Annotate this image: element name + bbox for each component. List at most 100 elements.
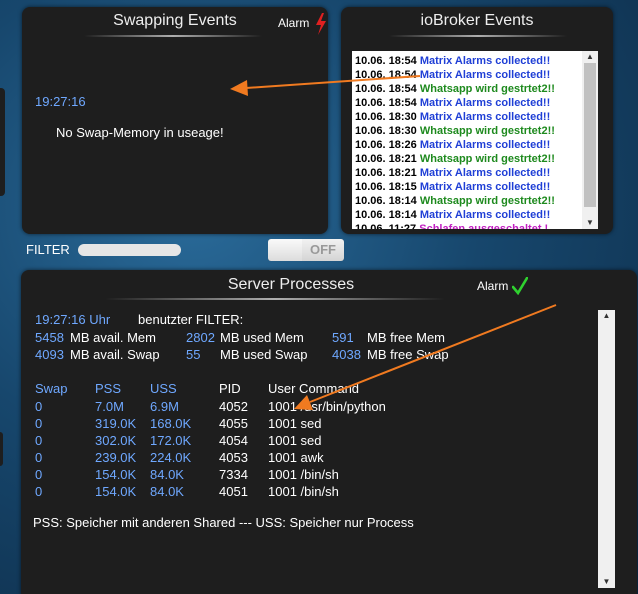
cell-swap: 0: [35, 484, 43, 499]
cell-user-command: 1001 sed: [268, 416, 322, 431]
table-row: 0 319.0K 168.0K 4055 1001 sed: [21, 416, 581, 433]
event-row: 10.06. 18:14 Matrix Alarms collected!!: [352, 208, 598, 222]
cell-swap: 0: [35, 467, 43, 482]
event-row: 10.06. 18:21 Whatsapp wird gestrtet2!!: [352, 152, 598, 166]
events-list[interactable]: 10.06. 18:54 Matrix Alarms collected!! 10…: [352, 51, 598, 229]
toggle-knob[interactable]: [268, 239, 302, 261]
col-pid-header: PID: [219, 381, 241, 396]
event-text: Matrix Alarms collected!!: [419, 69, 551, 81]
event-date: 10.06. 18:54: [355, 97, 417, 109]
iobroker-events-title: ioBroker Events: [420, 12, 534, 29]
title-underline: [84, 35, 262, 37]
cell-pss: 239.0K: [95, 450, 137, 465]
event-row: 10.06. 18:15 Matrix Alarms collected!!: [352, 180, 598, 194]
alarm-label: Alarm: [477, 279, 509, 293]
event-date: 10.06. 18:15: [355, 181, 417, 193]
swapping-events-panel: Swapping Events Alarm 19:27:16 No Swap-M…: [22, 7, 328, 234]
cell-user-command: 1001 sed: [268, 433, 322, 448]
used-swap-label: MB used Swap: [220, 347, 308, 362]
swap-time: 19:27:16: [35, 94, 86, 109]
cell-pss: 154.0K: [95, 484, 137, 499]
cell-user-command: 1001 /bin/sh: [268, 484, 339, 499]
event-row: 10.06. 18:30 Whatsapp wird gestrtet2!!: [352, 124, 598, 138]
cell-user-command: 1001 /usr/bin/python: [268, 399, 386, 414]
title-underline: [105, 298, 445, 300]
event-row: 10.06. 18:26 Matrix Alarms collected!!: [352, 138, 598, 152]
free-mem-value: 591: [332, 330, 354, 345]
checkmark-icon: [512, 277, 528, 295]
cell-swap: 0: [35, 416, 43, 431]
event-date: 10.06. 18:26: [355, 139, 417, 151]
cell-user-command: 1001 awk: [268, 450, 324, 465]
table-row: 0 7.0M 6.9M 4052 1001 /usr/bin/python: [21, 399, 581, 416]
col-user-command-header: User Command: [268, 381, 360, 396]
left-edge-widget-lower: [0, 432, 3, 466]
filter-input[interactable]: [78, 244, 181, 256]
legend-footer: PSS: Speicher mit anderen Shared --- USS…: [33, 515, 414, 530]
table-row: 0 239.0K 224.0K 4053 1001 awk: [21, 450, 581, 467]
cell-uss: 224.0K: [150, 450, 192, 465]
scroll-thumb[interactable]: [584, 63, 596, 207]
avail-swap-label: MB avail. Swap: [70, 347, 160, 362]
filter-toggle[interactable]: OFF: [268, 239, 344, 261]
filter-label: FILTER: [26, 242, 70, 257]
proc-time: 19:27:16 Uhr: [35, 312, 111, 327]
lightning-icon: [316, 13, 326, 35]
event-date: 10.06. 11:27: [355, 223, 417, 229]
event-text: Whatsapp wird gestrtet2!!: [419, 83, 555, 95]
event-text: Matrix Alarms collected!!: [419, 167, 551, 179]
event-text: Matrix Alarms collected!!: [419, 181, 551, 193]
cell-pss: 302.0K: [95, 433, 137, 448]
used-mem-value: 2802: [186, 330, 215, 345]
title-underline: [389, 35, 567, 37]
event-row: 10.06. 18:54 Matrix Alarms collected!!: [352, 54, 598, 68]
cell-uss: 84.0K: [150, 484, 184, 499]
avail-mem-label: MB avail. Mem: [70, 330, 156, 345]
event-text: Matrix Alarms collected!!: [419, 97, 551, 109]
left-edge-widget: [0, 88, 5, 196]
event-text: Matrix Alarms collected!!: [419, 139, 551, 151]
event-date: 10.06. 18:54: [355, 83, 417, 95]
event-date: 10.06. 18:54: [355, 69, 417, 81]
event-row: 10.06. 18:54 Matrix Alarms collected!!: [352, 68, 598, 82]
event-date: 10.06. 18:54: [355, 55, 417, 67]
event-text: Whatsapp wird gestrtet2!!: [419, 153, 555, 165]
cell-uss: 172.0K: [150, 433, 192, 448]
event-text: Matrix Alarms collected!!: [419, 209, 551, 221]
used-swap-value: 55: [186, 347, 201, 362]
event-date: 10.06. 18:21: [355, 167, 417, 179]
server-processes-panel: Server Processes Alarm 19:27:16 Uhr benu…: [21, 270, 637, 594]
user-filter-label: benutzter FILTER:: [138, 312, 244, 327]
cell-uss: 6.9M: [150, 399, 179, 414]
event-date: 10.06. 18:30: [355, 111, 417, 123]
cell-pid: 4051: [219, 484, 248, 499]
scroll-up-icon[interactable]: ▲: [598, 310, 615, 322]
scroll-down-icon[interactable]: ▼: [582, 217, 598, 229]
event-date: 10.06. 18:14: [355, 209, 417, 221]
event-row: 10.06. 18:21 Matrix Alarms collected!!: [352, 166, 598, 180]
cell-swap: 0: [35, 399, 43, 414]
col-swap-header: Swap: [35, 381, 68, 396]
event-text: Schlafen ausgeschaltet !: [419, 223, 549, 229]
cell-uss: 168.0K: [150, 416, 192, 431]
event-row: 10.06. 18:54 Whatsapp wird gestrtet2!!: [352, 82, 598, 96]
event-text: Whatsapp wird gestrtet2!!: [419, 125, 555, 137]
event-text: Matrix Alarms collected!!: [419, 111, 551, 123]
processes-scrollbar[interactable]: ▲ ▼: [598, 310, 615, 588]
cell-pid: 7334: [219, 467, 248, 482]
cell-swap: 0: [35, 450, 43, 465]
events-scrollbar[interactable]: ▲ ▼: [582, 51, 598, 229]
cell-pid: 4053: [219, 450, 248, 465]
col-pss-header: PSS: [95, 381, 122, 396]
scroll-up-icon[interactable]: ▲: [582, 51, 598, 63]
free-mem-label: MB free Mem: [367, 330, 446, 345]
event-text: Matrix Alarms collected!!: [419, 55, 551, 67]
cell-pss: 154.0K: [95, 467, 137, 482]
free-swap-label: MB free Swap: [367, 347, 449, 362]
scroll-down-icon[interactable]: ▼: [598, 576, 615, 588]
toggle-state-label: OFF: [302, 239, 344, 261]
table-row: 0 154.0K 84.0K 7334 1001 /bin/sh: [21, 467, 581, 484]
event-text: Whatsapp wird gestrtet2!!: [419, 195, 555, 207]
events-rows: 10.06. 18:54 Matrix Alarms collected!! 10…: [352, 51, 598, 229]
event-date: 10.06. 18:21: [355, 153, 417, 165]
